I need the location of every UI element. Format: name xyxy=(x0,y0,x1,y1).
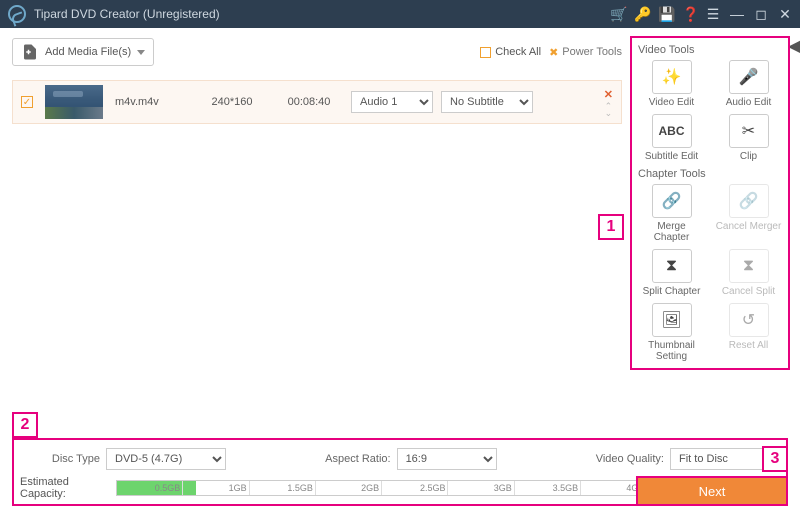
reset-icon: ↺ xyxy=(729,303,769,337)
remove-file-icon[interactable]: ✕ xyxy=(604,88,613,101)
cart-icon[interactable]: 🛒 xyxy=(610,6,624,23)
file-resolution: 240*160 xyxy=(197,96,267,108)
wrench-icon: ✖ xyxy=(549,46,558,59)
tools-panel: Video Tools ✨Video Edit 🎤Audio Edit ABCS… xyxy=(630,36,790,370)
video-edit-button[interactable]: ✨Video Edit xyxy=(639,60,705,108)
caret-down-icon xyxy=(137,50,145,55)
menu-icon[interactable]: ☰ xyxy=(706,6,720,23)
thumbnail-setting-button[interactable]: 🖼Thumbnail Setting xyxy=(639,303,705,362)
subtitle-edit-button[interactable]: ABCSubtitle Edit xyxy=(639,114,705,162)
merge-chapter-button[interactable]: 🔗Merge Chapter xyxy=(639,184,705,243)
link-icon: 🔗 xyxy=(652,184,692,218)
app-logo-icon xyxy=(8,5,26,23)
power-tools-button[interactable]: ✖ Power Tools xyxy=(549,46,622,59)
next-button[interactable]: Next xyxy=(636,476,788,506)
add-file-icon xyxy=(21,43,39,61)
unsplit-icon: ⧗ xyxy=(729,249,769,283)
annotation-2: 2 xyxy=(12,412,38,438)
file-duration: 00:08:40 xyxy=(279,96,339,108)
disc-type-select[interactable]: DVD-5 (4.7G) xyxy=(106,448,226,470)
split-chapter-button[interactable]: ⧗Split Chapter xyxy=(639,249,705,297)
capacity-label: Estimated Capacity: xyxy=(20,476,112,500)
annotation-3: 3 xyxy=(762,446,788,472)
reset-all-button: ↺Reset All xyxy=(716,303,782,362)
check-all-label: Check All xyxy=(495,46,541,58)
file-checkbox[interactable]: ✓ xyxy=(21,96,33,108)
checkbox-icon xyxy=(480,47,491,58)
app-title: Tipard DVD Creator (Unregistered) xyxy=(34,7,610,21)
add-media-label: Add Media File(s) xyxy=(45,46,131,58)
aspect-ratio-select[interactable]: 16:9 xyxy=(397,448,497,470)
image-icon: 🖼 xyxy=(652,303,692,337)
reorder-icon[interactable]: ⌃⌄ xyxy=(605,103,613,117)
mic-icon: 🎤 xyxy=(729,60,769,94)
key-icon[interactable]: 🔑 xyxy=(634,6,648,23)
annotation-1: 1 xyxy=(598,214,624,240)
wand-icon: ✨ xyxy=(652,60,692,94)
power-tools-label: Power Tools xyxy=(562,46,622,58)
file-name: m4v.m4v xyxy=(115,96,185,108)
title-bar: Tipard DVD Creator (Unregistered) 🛒 🔑 💾 … xyxy=(0,0,800,28)
cancel-merger-button: 🔗Cancel Merger xyxy=(716,184,782,243)
unlink-icon: 🔗 xyxy=(729,184,769,218)
audio-edit-button[interactable]: 🎤Audio Edit xyxy=(716,60,782,108)
file-thumbnail xyxy=(45,85,103,119)
split-icon: ⧗ xyxy=(652,249,692,283)
close-icon[interactable]: ✕ xyxy=(778,6,792,23)
disc-type-label: Disc Type xyxy=(20,453,100,465)
minimize-icon[interactable]: — xyxy=(730,6,744,22)
check-all-button[interactable]: Check All xyxy=(480,46,541,58)
scissors-icon: ✂ xyxy=(729,114,769,148)
add-media-button[interactable]: Add Media File(s) xyxy=(12,38,154,66)
cancel-split-button: ⧗Cancel Split xyxy=(716,249,782,297)
video-tools-header: Video Tools xyxy=(638,44,784,56)
chapter-tools-header: Chapter Tools xyxy=(638,168,784,180)
help-icon[interactable]: ❓ xyxy=(682,6,696,23)
file-row[interactable]: ✓ m4v.m4v 240*160 00:08:40 Audio 1 No Su… xyxy=(12,80,622,124)
abc-icon: ABC xyxy=(652,114,692,148)
aspect-ratio-label: Aspect Ratio: xyxy=(325,453,390,465)
clip-button[interactable]: ✂Clip xyxy=(716,114,782,162)
save-icon[interactable]: 💾 xyxy=(658,6,672,23)
maximize-icon[interactable]: ◻ xyxy=(754,6,768,23)
audio-select[interactable]: Audio 1 xyxy=(351,91,433,113)
subtitle-select[interactable]: No Subtitle xyxy=(441,91,533,113)
